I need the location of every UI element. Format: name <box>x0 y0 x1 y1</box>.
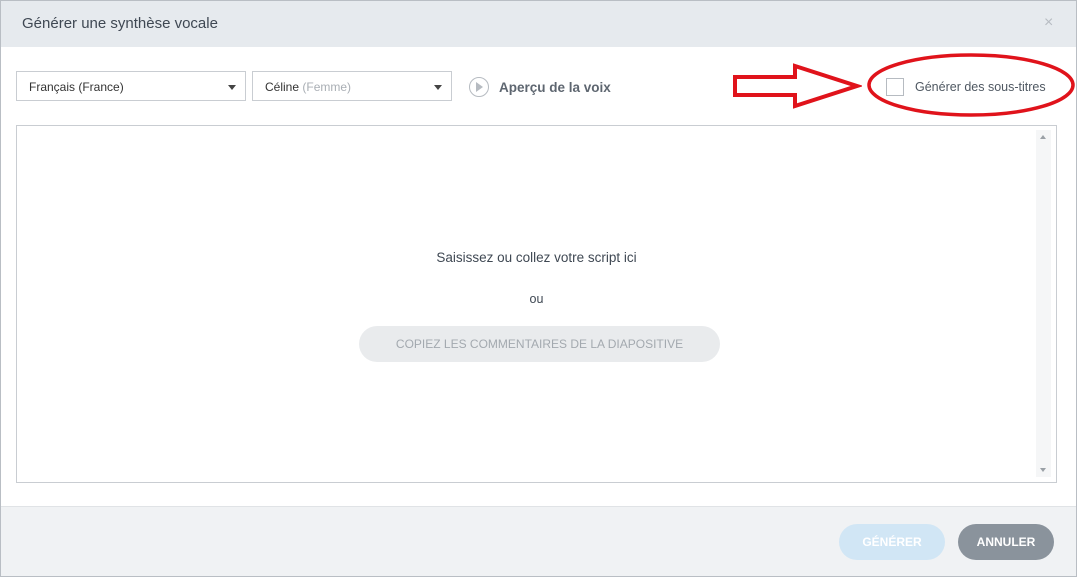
close-icon[interactable]: × <box>1044 13 1053 33</box>
language-select-value: Français (France) <box>29 80 124 94</box>
scroll-down-icon[interactable] <box>1040 468 1046 472</box>
scroll-up-icon[interactable] <box>1040 135 1046 139</box>
subtitles-checkbox[interactable] <box>886 78 904 96</box>
script-placeholder: Saisissez ou collez votre script ici <box>436 250 637 265</box>
dialog-title: Générer une synthèse vocale <box>22 15 218 32</box>
or-separator: ou <box>529 292 544 306</box>
subtitles-label[interactable]: Générer des sous-titres <box>915 80 1046 94</box>
generate-button[interactable]: GÉNÉRER <box>839 524 945 560</box>
chevron-down-icon <box>228 85 236 90</box>
tts-dialog: Générer une synthèse vocale × Français (… <box>0 0 1077 577</box>
voice-gender: (Femme) <box>302 80 352 94</box>
copy-slide-notes-button[interactable]: COPIEZ LES COMMENTAIRES DE LA DIAPOSITIV… <box>359 326 720 362</box>
dialog-titlebar: Générer une synthèse vocale × <box>1 1 1076 47</box>
voice-preview-label: Aperçu de la voix <box>499 80 611 95</box>
voice-select-value: Céline (Femme) <box>265 80 351 94</box>
voice-name: Céline <box>265 80 300 94</box>
play-circle-icon <box>469 77 489 97</box>
cancel-button[interactable]: ANNULER <box>958 524 1054 560</box>
chevron-down-icon <box>434 85 442 90</box>
annotation-arrow-icon <box>733 63 862 109</box>
voice-select[interactable]: Céline (Femme) <box>252 71 452 101</box>
language-select[interactable]: Français (France) <box>16 71 246 101</box>
